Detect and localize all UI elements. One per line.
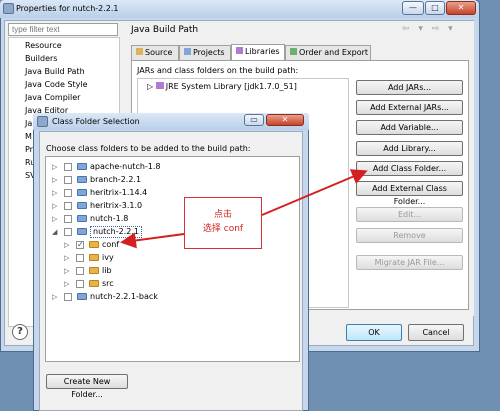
add-class-folder-button[interactable]: Add Class Folder... [356, 161, 463, 176]
checkbox-checked[interactable]: ✓ [76, 241, 84, 249]
edit-button[interactable]: Edit... [356, 207, 463, 222]
ok-button[interactable]: OK [346, 324, 402, 341]
tree-item-builders[interactable]: Builders [25, 54, 57, 63]
help-icon[interactable]: ? [12, 324, 28, 340]
project-icon [77, 176, 87, 183]
source-tab-icon [136, 48, 143, 55]
cancel-button[interactable]: Cancel [408, 324, 464, 341]
page-title: Java Build Path [131, 25, 199, 35]
expand-icon[interactable]: ▷ [52, 174, 57, 186]
app-icon [3, 3, 14, 14]
expand-icon[interactable]: ▷ [64, 265, 69, 277]
dialog-app-icon [37, 116, 48, 127]
filter-input[interactable] [8, 23, 118, 36]
dialog-close-button[interactable]: ✕ [266, 114, 304, 126]
minimize-button[interactable]: — [402, 1, 424, 15]
tab-order-and-export[interactable]: Order and Export [285, 45, 371, 60]
checkbox[interactable] [64, 163, 72, 171]
project-icon [77, 202, 87, 209]
projects-tab-icon [184, 48, 191, 55]
expand-icon[interactable]: ▷ [52, 213, 57, 225]
checkbox[interactable] [64, 228, 72, 236]
tree-item-ja[interactable]: Ja [25, 119, 32, 128]
expand-icon[interactable]: ▷ [52, 161, 57, 173]
jre-library-item[interactable]: ▷ JRE System Library [jdk1.7.0_51] [147, 82, 297, 91]
checkbox[interactable] [76, 254, 84, 262]
jars-hint-label: JARs and class folders on the build path… [137, 66, 299, 75]
add-variable-button[interactable]: Add Variable... [356, 120, 463, 135]
tree-item-java-build-path[interactable]: Java Build Path [25, 67, 85, 76]
remove-button[interactable]: Remove [356, 228, 463, 243]
tree-item-m[interactable]: M [25, 132, 32, 141]
history-nav-arrows[interactable]: ⇦ ▾ ⇨ ▾ [402, 24, 456, 34]
folder-icon [89, 280, 99, 287]
add-library-button[interactable]: Add Library... [356, 141, 463, 156]
annotation-callout: 点击 选择 conf [184, 197, 262, 249]
dialog-hint-label: Choose class folders to be added to the … [46, 144, 251, 153]
window-title: Properties for nutch-2.2.1 [16, 4, 119, 13]
add-external-class-folder-button[interactable]: Add External Class Folder... [356, 181, 463, 206]
project-icon [77, 215, 87, 222]
maximize-button[interactable]: □ [425, 1, 445, 15]
folder-icon [89, 267, 99, 274]
annotation-line-1: 点击 [213, 210, 232, 220]
order-tab-icon [290, 48, 297, 55]
expand-icon[interactable]: ▷ [52, 291, 57, 303]
tree-item-java-compiler[interactable]: Java Compiler [25, 93, 80, 102]
expand-icon[interactable]: ▷ [52, 187, 57, 199]
dialog-minimize-button[interactable]: ▭ [244, 114, 264, 126]
expand-icon[interactable]: ▷ [64, 239, 69, 251]
tab-libraries[interactable]: Libraries [231, 44, 285, 60]
expand-icon[interactable]: ▷ [64, 278, 69, 290]
tree-item-pr[interactable]: Pr [25, 145, 33, 154]
project-icon [77, 228, 87, 235]
libraries-tab-icon [236, 47, 243, 54]
checkbox[interactable] [76, 267, 84, 275]
expand-icon[interactable]: ▷ [52, 200, 57, 212]
expand-arrow-icon: ▷ [147, 82, 156, 91]
checkbox[interactable] [64, 293, 72, 301]
project-icon [77, 189, 87, 196]
add-jars-button[interactable]: Add JARs... [356, 80, 463, 95]
checkbox[interactable] [64, 202, 72, 210]
checkbox[interactable] [64, 215, 72, 223]
tab-projects[interactable]: Projects [179, 45, 231, 60]
add-external-jars-button[interactable]: Add External JARs... [356, 100, 463, 115]
tree-item-resource[interactable]: Resource [25, 41, 62, 50]
project-icon [77, 293, 87, 300]
class-folder-tree: ▷ apache-nutch-1.8 ▷ branch-2.2.1 ▷ heri… [45, 156, 300, 362]
checkbox[interactable] [64, 189, 72, 197]
expand-icon[interactable]: ▷ [64, 252, 69, 264]
project-icon [77, 163, 87, 170]
checkbox[interactable] [64, 176, 72, 184]
tree-item-java-code-style[interactable]: Java Code Style [25, 80, 88, 89]
folder-icon [89, 254, 99, 261]
library-icon [155, 82, 164, 89]
create-new-folder-button[interactable]: Create New Folder... [46, 374, 128, 399]
folder-icon [89, 241, 99, 248]
tab-source[interactable]: Source [131, 45, 179, 60]
collapse-icon[interactable]: ◢ [52, 226, 57, 238]
dialog-title: Class Folder Selection [52, 117, 140, 126]
migrate-jar-button[interactable]: Migrate JAR File... [356, 255, 463, 270]
close-button[interactable]: ✕ [446, 1, 476, 15]
annotation-line-2: 选择 conf [202, 224, 244, 234]
checkbox[interactable] [76, 280, 84, 288]
